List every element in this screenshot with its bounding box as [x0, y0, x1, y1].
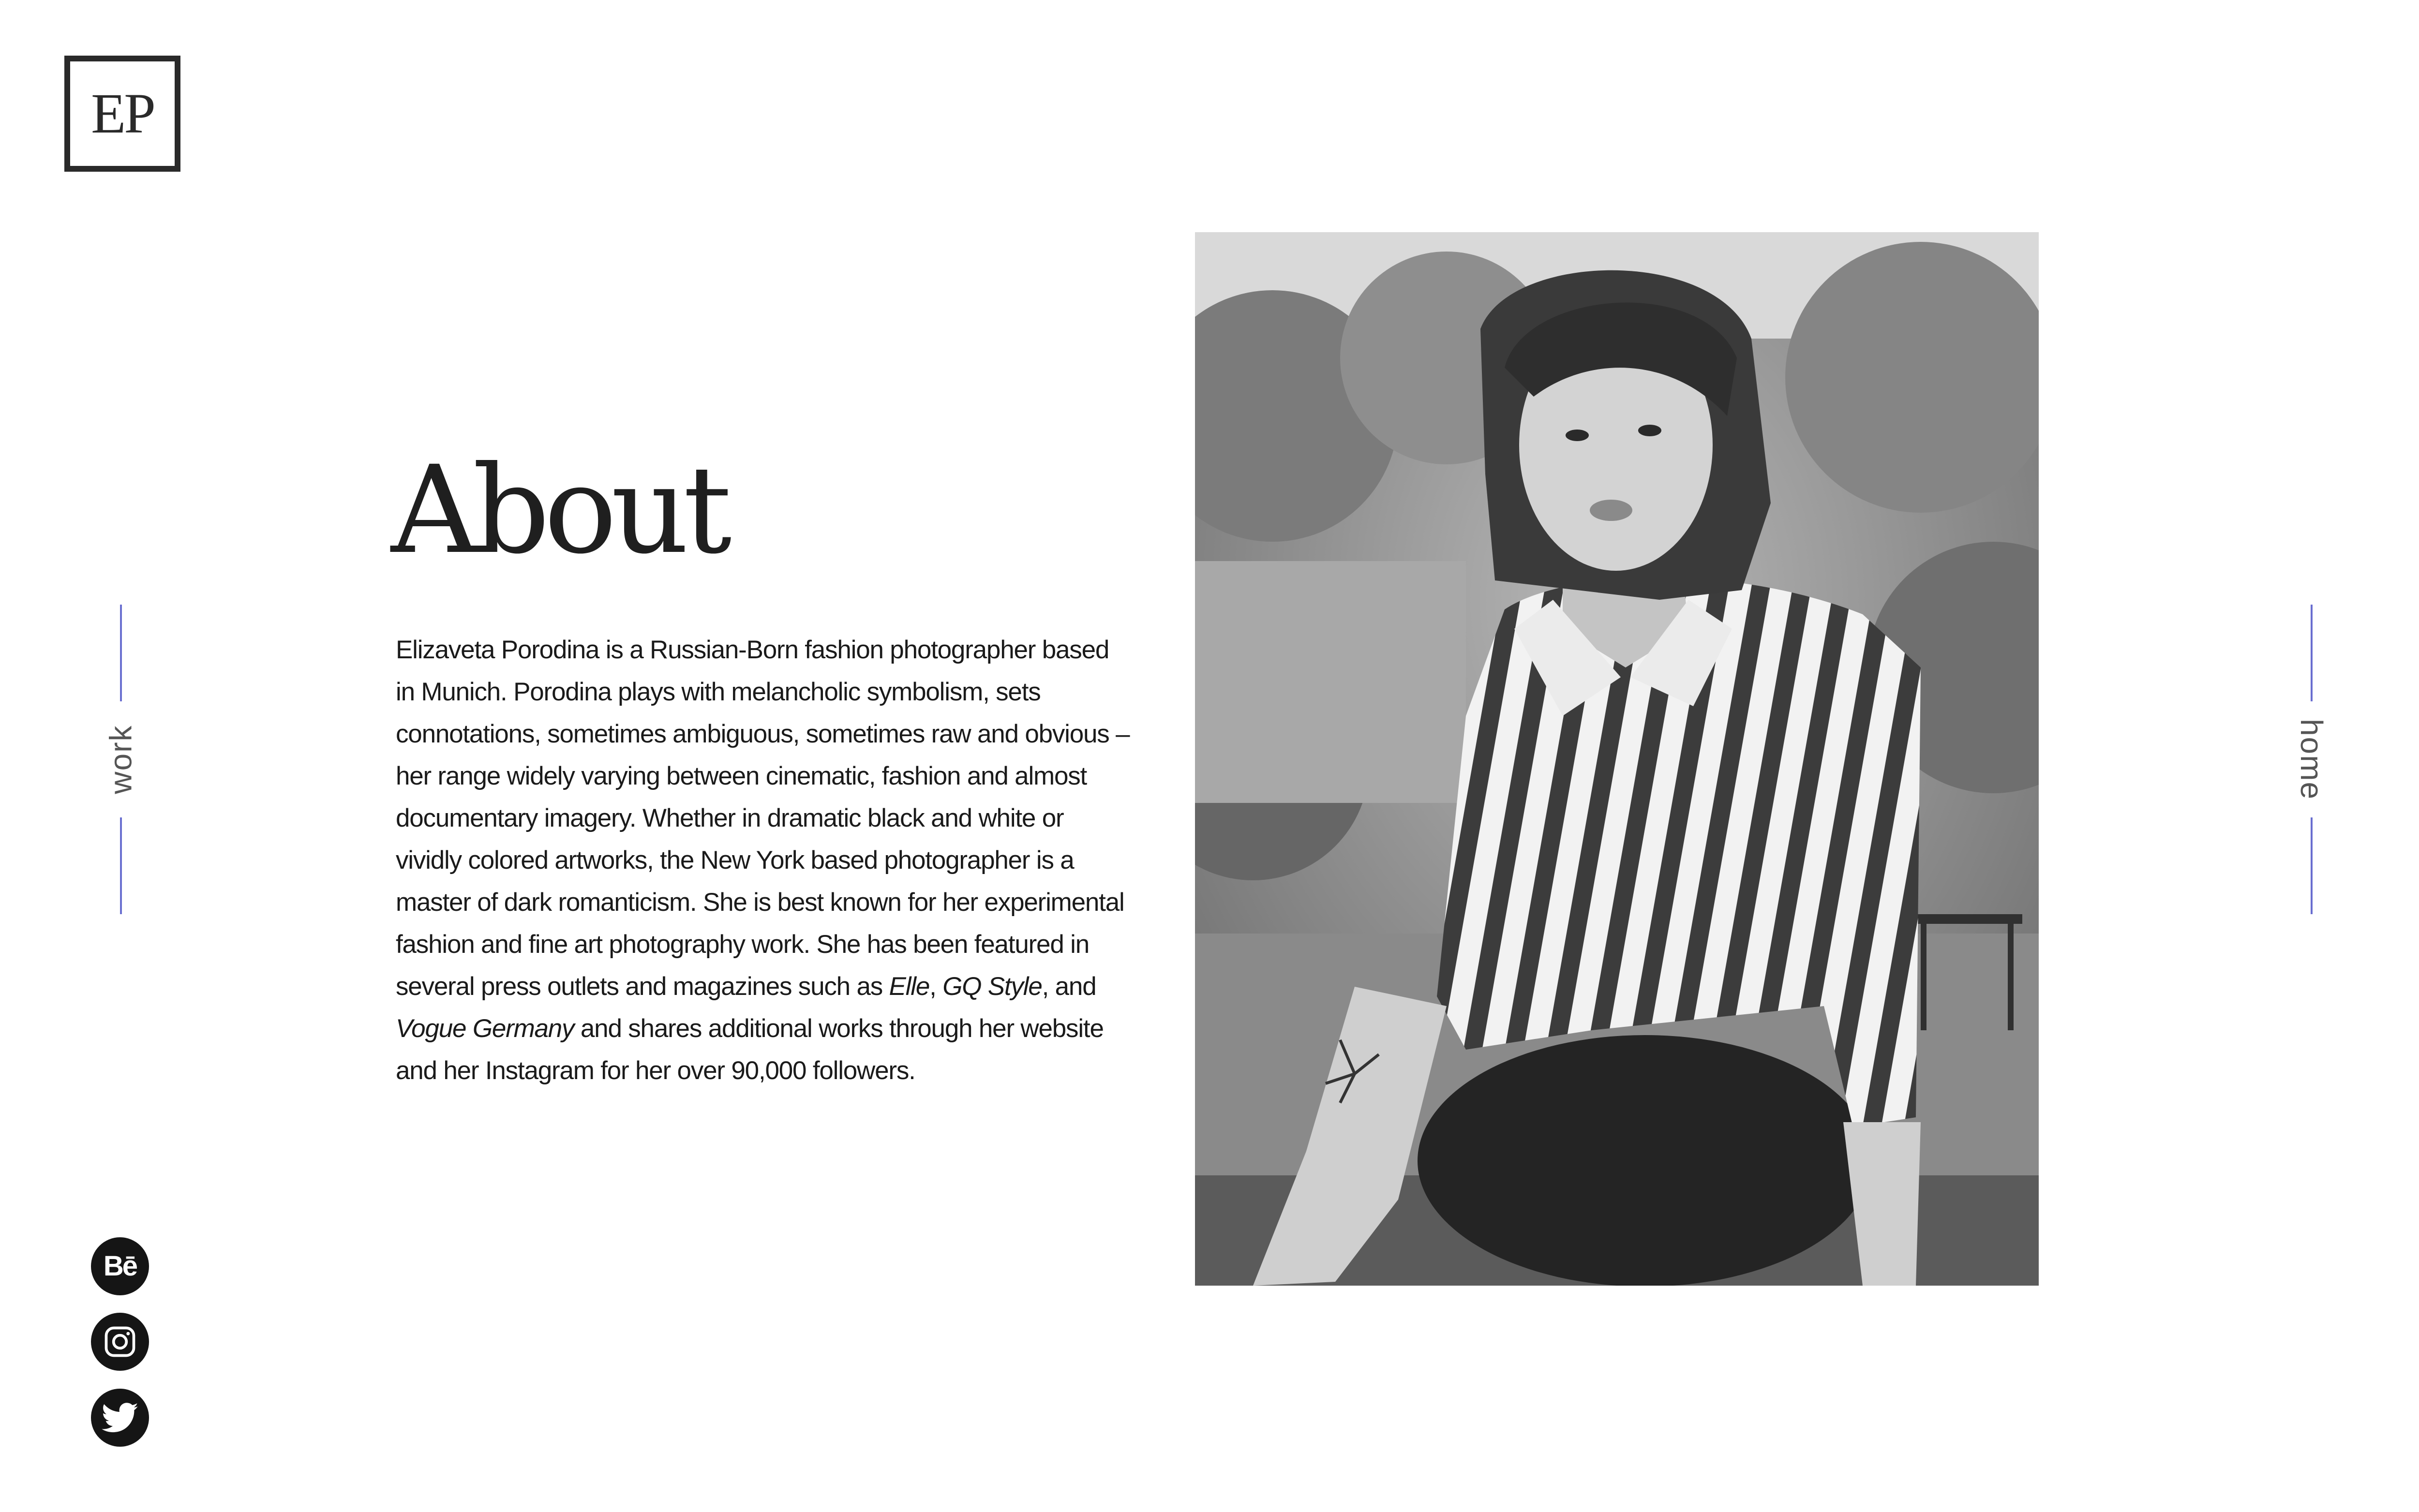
bio-elle: Elle [889, 972, 930, 1001]
behance-glyph: Bē [103, 1250, 138, 1282]
behance-icon[interactable]: Bē [91, 1237, 149, 1295]
portrait-photo [1195, 232, 2039, 1286]
page-title: About [391, 440, 732, 580]
instagram-glyph [105, 1326, 135, 1357]
side-nav-home[interactable]: home [2294, 605, 2329, 914]
work-link[interactable]: work [103, 725, 139, 794]
bio-vogue-germany: Vogue Germany [396, 1014, 575, 1043]
side-nav-work[interactable]: work [104, 605, 138, 914]
nav-divider-bottom [2311, 817, 2313, 914]
bio-separator: , [929, 972, 943, 1001]
bio-paragraph: Elizaveta Porodina is a Russian-Born fas… [396, 629, 1131, 1092]
nav-label-wrap: work [104, 701, 138, 817]
instagram-icon[interactable] [91, 1313, 149, 1371]
nav-divider-bottom [120, 817, 122, 914]
nav-divider-top [2311, 605, 2313, 701]
home-link[interactable]: home [2294, 719, 2329, 800]
bio-text-intro: Elizaveta Porodina is a Russian-Born fas… [396, 636, 1130, 1001]
nav-divider-top [120, 605, 122, 701]
logo[interactable]: EP [64, 56, 180, 172]
twitter-glyph [102, 1403, 138, 1433]
twitter-icon[interactable] [91, 1389, 149, 1447]
bio-separator: , and [1042, 972, 1097, 1001]
logo-text: EP [91, 82, 156, 145]
nav-label-wrap: home [2294, 701, 2329, 817]
bio-gq-style: GQ Style [942, 972, 1043, 1001]
